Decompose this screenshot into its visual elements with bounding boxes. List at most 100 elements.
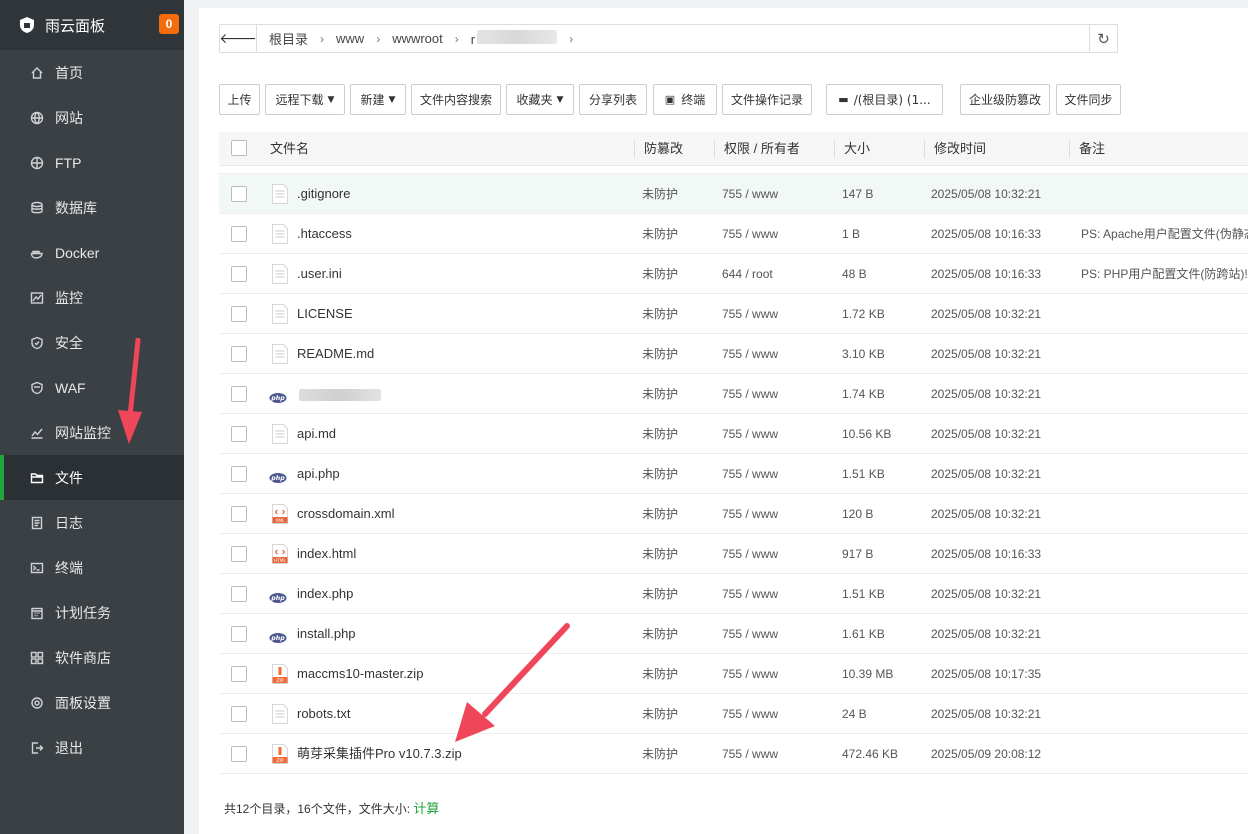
sidebar-item-2[interactable]: FTP [0, 140, 184, 185]
file-name[interactable]: .gitignore [297, 186, 350, 201]
table-row[interactable]: .gitignore 未防护 755 / www 147 B 2025/05/08 10… [219, 174, 1248, 214]
permission-owner[interactable]: 755 / www [722, 414, 778, 454]
crumb-www[interactable]: www [330, 31, 370, 46]
content-search-button[interactable]: 文件内容搜索 [411, 84, 501, 115]
sidebar-item-12[interactable]: 计划任务 [0, 590, 184, 635]
refresh-button[interactable]: ↻ [1089, 24, 1118, 53]
permission-owner[interactable]: 755 / www [722, 574, 778, 614]
permission-owner[interactable]: 755 / www [722, 654, 778, 694]
permission-owner[interactable]: 755 / www [722, 454, 778, 494]
th-name[interactable]: 文件名 [270, 132, 309, 166]
file-note[interactable] [1081, 414, 1248, 454]
file-note[interactable]: PS: PHP用户配置文件(防跨站)! [1081, 254, 1248, 294]
file-name[interactable]: api.php [297, 466, 340, 481]
row-checkbox[interactable] [231, 346, 247, 362]
row-checkbox[interactable] [231, 666, 247, 682]
file-note[interactable] [1081, 494, 1248, 534]
table-row[interactable]: XML crossdomain.xml 未防护 755 / www 120 B 2025/… [219, 494, 1248, 534]
permission-owner[interactable]: 755 / www [722, 534, 778, 574]
table-row[interactable]: php api.php 未防护 755 / www 1.51 KB 2025/05/08 … [219, 454, 1248, 494]
row-checkbox[interactable] [231, 186, 247, 202]
th-size[interactable]: 大小 [844, 132, 870, 166]
permission-owner[interactable]: 755 / www [722, 334, 778, 374]
sidebar-item-14[interactable]: 面板设置 [0, 680, 184, 725]
file-note[interactable] [1081, 534, 1248, 574]
file-name[interactable]: maccms10-master.zip [297, 666, 423, 681]
disk-button[interactable]: ▬/(根目录) (1... [826, 84, 943, 115]
th-protect[interactable]: 防篡改 [644, 132, 683, 166]
file-name[interactable]: LICENSE [297, 306, 353, 321]
permission-owner[interactable]: 755 / www [722, 494, 778, 534]
row-checkbox[interactable] [231, 426, 247, 442]
permission-owner[interactable]: 755 / www [722, 174, 778, 214]
row-checkbox[interactable] [231, 706, 247, 722]
table-row[interactable]: LICENSE 未防护 755 / www 1.72 KB 2025/05/08 10:… [219, 294, 1248, 334]
file-note[interactable] [1081, 174, 1248, 214]
sidebar-item-15[interactable]: 退出 [0, 725, 184, 770]
new-dropdown[interactable]: 新建 ▼ [350, 84, 406, 115]
th-mtime[interactable]: 修改时间 [934, 132, 986, 166]
share-list-button[interactable]: 分享列表 [579, 84, 647, 115]
file-note[interactable]: PS: Apache用户配置文件(伪静态 [1081, 214, 1248, 254]
permission-owner[interactable]: 755 / www [722, 734, 778, 774]
operation-log-button[interactable]: 文件操作记录 [722, 84, 812, 115]
protect-status[interactable]: 未防护 [642, 654, 678, 694]
file-note[interactable] [1081, 734, 1248, 774]
row-checkbox[interactable] [231, 746, 247, 762]
path-bar[interactable]: 🡐 根目录 › www › wwwroot › r › [219, 24, 1117, 53]
sidebar-item-10[interactable]: 日志 [0, 500, 184, 545]
row-checkbox[interactable] [231, 226, 247, 242]
row-checkbox[interactable] [231, 546, 247, 562]
sidebar-item-9[interactable]: 文件 [0, 455, 184, 500]
table-row[interactable]: .user.ini 未防护 644 / root 48 B 2025/05/08 10:… [219, 254, 1248, 294]
tamper-proof-button[interactable]: 企业级防篡改 [960, 84, 1050, 115]
permission-owner[interactable]: 755 / www [722, 694, 778, 734]
table-row[interactable]: php install.php 未防护 755 / www 1.61 KB 2025/05… [219, 614, 1248, 654]
sidebar-item-1[interactable]: 网站 [0, 95, 184, 140]
brand[interactable]: 雨云面板 0 [0, 0, 184, 50]
remote-download-dropdown[interactable]: 远程下载 ▼ [265, 84, 345, 115]
protect-status[interactable]: 未防护 [642, 334, 678, 374]
sidebar-item-6[interactable]: 安全 [0, 320, 184, 365]
file-name[interactable]: index.html [297, 546, 356, 561]
row-checkbox[interactable] [231, 386, 247, 402]
file-note[interactable] [1081, 614, 1248, 654]
crumb-root[interactable]: 根目录 [263, 29, 314, 48]
sidebar-item-11[interactable]: 终端 [0, 545, 184, 590]
file-note[interactable] [1081, 374, 1248, 414]
upload-button[interactable]: 上传 [219, 84, 260, 115]
file-name[interactable]: index.php [297, 586, 353, 601]
sidebar-item-3[interactable]: 数据库 [0, 185, 184, 230]
protect-status[interactable]: 未防护 [642, 694, 678, 734]
file-name[interactable]: api.md [297, 426, 336, 441]
favorites-dropdown[interactable]: 收藏夹 ▼ [506, 84, 574, 115]
file-name[interactable]: .htaccess [297, 226, 352, 241]
sidebar-item-8[interactable]: 网站监控 [0, 410, 184, 455]
sidebar-item-4[interactable]: Docker [0, 230, 184, 275]
crumb-site[interactable]: r [465, 30, 563, 47]
file-sync-button[interactable]: 文件同步 [1056, 84, 1121, 115]
permission-owner[interactable]: 755 / www [722, 374, 778, 414]
file-name[interactable]: crossdomain.xml [297, 506, 395, 521]
protect-status[interactable]: 未防护 [642, 494, 678, 534]
protect-status[interactable]: 未防护 [642, 374, 678, 414]
protect-status[interactable]: 未防护 [642, 414, 678, 454]
crumb-wwwroot[interactable]: wwwroot [386, 31, 449, 46]
table-row[interactable]: php 未防护 755 / www 1.74 KB 2025/05/08 10:32:2… [219, 374, 1248, 414]
file-name[interactable]: install.php [297, 626, 356, 641]
protect-status[interactable]: 未防护 [642, 174, 678, 214]
sidebar-item-0[interactable]: 首页 [0, 50, 184, 95]
protect-status[interactable]: 未防护 [642, 294, 678, 334]
protect-status[interactable]: 未防护 [642, 254, 678, 294]
th-perm[interactable]: 权限 / 所有者 [724, 132, 800, 166]
protect-status[interactable]: 未防护 [642, 454, 678, 494]
notification-badge[interactable]: 0 [159, 14, 179, 34]
table-row[interactable]: README.md 未防护 755 / www 3.10 KB 2025/05/08 1… [219, 334, 1248, 374]
permission-owner[interactable]: 644 / root [722, 254, 773, 294]
table-row[interactable]: api.md 未防护 755 / www 10.56 KB 2025/05/08 10:… [219, 414, 1248, 454]
file-note[interactable] [1081, 694, 1248, 734]
th-note[interactable]: 备注 [1079, 132, 1105, 166]
permission-owner[interactable]: 755 / www [722, 294, 778, 334]
table-row[interactable]: robots.txt 未防护 755 / www 24 B 2025/05/08 10:… [219, 694, 1248, 734]
file-name[interactable]: robots.txt [297, 706, 350, 721]
